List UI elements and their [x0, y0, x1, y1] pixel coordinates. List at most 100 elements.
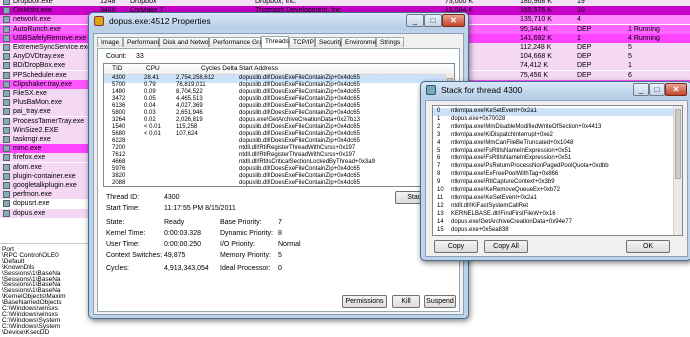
permissions-button[interactable]: Permissions	[342, 295, 387, 308]
stack-frame-row[interactable]: 8 ntkrnlpa.exe!ExFreePoolWithTag+0x866	[433, 171, 682, 179]
properties-client: Image Performance Disk and Network Performa…	[93, 33, 464, 315]
tab-security[interactable]: Security	[315, 37, 342, 47]
close-button[interactable]: ✕	[442, 14, 465, 27]
col-tid-header[interactable]: TID	[112, 65, 122, 72]
process-icon	[3, 163, 10, 171]
process-icon	[3, 136, 10, 143]
tab-image[interactable]: Image	[97, 37, 123, 47]
tab-threads[interactable]: Threads	[261, 36, 289, 48]
ok-button[interactable]: OK	[626, 240, 670, 253]
process-desc: Dropbox	[130, 0, 157, 5]
stack-frame-row[interactable]: 2 ntkrnlpa.exe!MmDisableModifiedWriteOfSe…	[433, 124, 682, 132]
stack-frame-row[interactable]: 12 ntdll.dll!KiFastSystemCallRet	[433, 203, 682, 211]
thread-row[interactable]: 2088 dopuslib.dll!DoesExeFileContainZip+0…	[104, 180, 454, 186]
stack-minimize-button[interactable]: _	[633, 83, 649, 96]
stack-frame-row[interactable]: 9 ntkrnlpa.exe!RtlCaptureContext+0x3b9	[433, 179, 682, 187]
stack-frame-n: 7	[437, 163, 441, 170]
thread-start: dopuslib.dll!DoesExeFileContainZip+0x4dc…	[239, 180, 360, 186]
stack-frame-row[interactable]: 6 ntkrnlpa.exe!FsRtlIsNameInExpression+0x…	[433, 155, 682, 163]
process-name: AnyDVDtray.exe	[13, 53, 65, 61]
stack-close-button[interactable]: ✕	[665, 83, 687, 96]
process-name: Clipshaker.tray.exe	[13, 80, 73, 88]
process-name: afom.exe	[13, 163, 42, 171]
process-c3: DEP	[577, 53, 592, 61]
stack-maximize-button[interactable]: □	[649, 83, 665, 96]
process-icon	[3, 34, 10, 42]
process-icon	[3, 44, 10, 51]
stack-frame-n: 5	[437, 147, 441, 154]
process-c4: 5	[628, 53, 632, 61]
stack-scrollbar[interactable]	[673, 106, 682, 235]
stack-frame-row[interactable]: 15 dopus.exe+0x5ea838	[433, 227, 682, 235]
stack-frame-n: 4	[437, 139, 441, 146]
stack-frame-fn: ntkrnlpa.exe!KeSetEvent+0x2a1	[451, 194, 537, 201]
stack-titlebar[interactable]: Stack for thread 4300 _ □ ✕	[421, 82, 690, 99]
process-icon	[3, 172, 10, 180]
stack-frame-row[interactable]: 13 KERNELBASE.dll!FindFirstFileW+0x16	[433, 211, 682, 219]
col-cpu-header[interactable]: CPU	[146, 65, 160, 72]
stack-frame-row[interactable]: 0 ntkrnlpa.exe!KeSetEvent+0x2a1	[433, 108, 682, 116]
process-c4: 5	[628, 44, 632, 51]
stack-frame-fn: dopus.exe!GetArchiveCreationData+0x94e77	[451, 218, 572, 225]
handle-row[interactable]: \Device\KsecDD	[2, 329, 49, 337]
process-name: USBSafelyRemove.exe	[13, 34, 87, 42]
process-icon	[3, 80, 10, 88]
stack-frame-n: 11	[437, 194, 444, 201]
process-c2: 155,576 K	[520, 7, 552, 15]
stack-frame-row[interactable]: 10 ntkrnlpa.exe!KeRemoveQueueEx+0xb72	[433, 187, 682, 195]
process-c3: 1	[577, 34, 581, 42]
dynamic-priority-value: 8	[278, 230, 282, 237]
ideal-processor-label: Ideal Processor:	[220, 265, 271, 272]
kill-button[interactable]: Kill	[392, 295, 420, 308]
memory-priority-value: 5	[278, 252, 282, 259]
process-icon	[3, 62, 10, 70]
tab-performance[interactable]: Performance	[123, 37, 164, 47]
kernel-time-label: Kernel Time:	[106, 230, 146, 237]
stack-frame-row[interactable]: 4 ntkrnlpa.exe!MmCanFileBeTruncated+0x104…	[433, 140, 682, 148]
threads-list-header: TID CPU Cycles Delta Start Address	[104, 64, 454, 75]
user-time-value: 0:00:00.250	[164, 241, 201, 248]
tab-tcp-ip[interactable]: TCP/IP	[289, 37, 315, 47]
kernel-time-value: 0:00:03.328	[164, 230, 201, 237]
stack-frame-row[interactable]: 3 ntkrnlpa.exe!KiDispatchInterrupt+0xe2	[433, 132, 682, 140]
col-start-header[interactable]: Start Address	[239, 65, 278, 72]
stack-frame-row[interactable]: 5 ntkrnlpa.exe!FsRtlIsNameInExpression+0x…	[433, 148, 682, 156]
tab-environment[interactable]: Environment	[341, 37, 382, 47]
minimize-button[interactable]: _	[406, 14, 424, 27]
process-c2: 75,456 K	[520, 71, 549, 79]
process-row[interactable]: Dropbox.exe 1248 Dropbox Dropbox, Inc. 73,00…	[0, 0, 690, 6]
threads-list[interactable]: TID CPU Cycles Delta Start Address 4300 2…	[103, 63, 455, 187]
process-name: googletalkplugin.exe	[13, 182, 77, 189]
state-value: Ready	[164, 219, 185, 226]
stack-frames-list[interactable]: 0 ntkrnlpa.exe!KeSetEvent+0x2a1 1 dopus.exe…	[432, 105, 683, 236]
stack-scroll-thumb[interactable]	[675, 109, 681, 179]
process-company: Dropbox, Inc.	[255, 0, 297, 5]
process-c2: 95,344 K	[520, 25, 549, 33]
maximize-button[interactable]: □	[424, 14, 442, 27]
copy-all-button[interactable]: Copy All	[484, 240, 528, 253]
stack-frame-row[interactable]: 7 ntkrnlpa.exe!PsReturnProcessNonPagedPoo…	[433, 163, 682, 171]
memory-priority-label: Memory Priority:	[220, 252, 271, 259]
process-name: WinSize2.EXE	[13, 126, 59, 134]
tab-disk-and-network[interactable]: Disk and Network	[159, 37, 214, 47]
stack-frame-row[interactable]: 14 dopus.exe!GetArchiveCreationData+0x94e…	[433, 219, 682, 227]
lower-pane-handles[interactable]: Port \RPC Control\OLE0 \Default \KnownDlls \…	[0, 243, 92, 337]
stack-frame-row[interactable]: 1 dopus.exe+0x70028	[433, 116, 682, 124]
process-c4: 6	[628, 71, 632, 79]
copy-button[interactable]: Copy	[434, 240, 478, 253]
tab-performance-graph[interactable]: Performance Graph	[209, 37, 270, 47]
process-icon	[3, 53, 10, 61]
col-cycles-header[interactable]: Cycles Delta	[201, 65, 237, 72]
process-c2: 74,412 K	[520, 62, 549, 70]
process-c4: 1 Running	[628, 25, 660, 33]
state-label: State:	[106, 219, 125, 226]
properties-titlebar[interactable]: dopus.exe:4512 Properties _ □ ✕	[89, 13, 468, 30]
process-c3: DEP	[577, 25, 592, 33]
process-c3: 19	[577, 0, 585, 5]
tab-strings[interactable]: Strings	[376, 37, 404, 47]
stack-frame-row[interactable]: 11 ntkrnlpa.exe!KeSetEvent+0x2a1	[433, 195, 682, 203]
suspend-button[interactable]: Suspend	[424, 295, 456, 308]
process-name: ProcessTamerTray.exe	[13, 117, 85, 125]
stack-frame-n: 2	[437, 123, 441, 130]
stack-frame-fn: ntkrnlpa.exe!KeSetEvent+0x2a1	[451, 108, 537, 114]
